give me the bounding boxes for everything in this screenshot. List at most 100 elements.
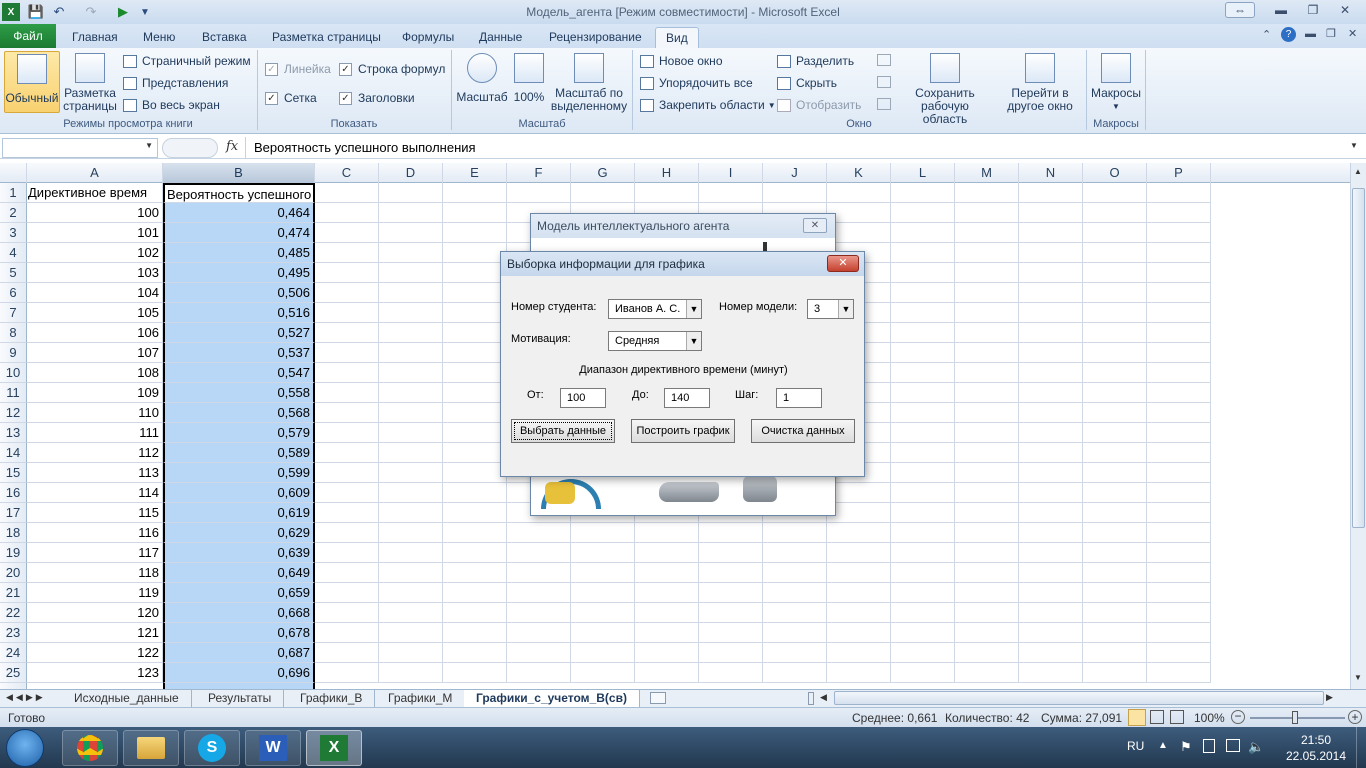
scroll-up-icon[interactable]: ▲	[1354, 167, 1362, 176]
cell[interactable]	[1083, 363, 1147, 383]
cell-b22[interactable]: 0,668	[163, 603, 315, 623]
tab-menu[interactable]: Меню	[133, 27, 185, 48]
cell-b5[interactable]: 0,495	[163, 263, 315, 283]
cell[interactable]	[827, 183, 891, 203]
cell[interactable]	[571, 623, 635, 643]
cell[interactable]	[315, 223, 379, 243]
cell[interactable]	[1019, 223, 1083, 243]
cell[interactable]	[443, 283, 507, 303]
row-header[interactable]: 2	[0, 203, 27, 223]
cell-b15[interactable]: 0,599	[163, 463, 315, 483]
volume-icon[interactable]: 🔈	[1248, 739, 1264, 755]
cell-b14[interactable]: 0,589	[163, 443, 315, 463]
cell[interactable]	[1083, 343, 1147, 363]
reset-position-icon[interactable]	[877, 98, 891, 110]
cell[interactable]	[379, 203, 443, 223]
cell-a20[interactable]: 118	[27, 563, 163, 583]
cell[interactable]	[827, 603, 891, 623]
cell[interactable]	[571, 183, 635, 203]
normal-view-icon[interactable]	[1128, 709, 1146, 726]
cell[interactable]	[1083, 183, 1147, 203]
tab-view[interactable]: Вид	[655, 27, 699, 48]
cell[interactable]	[443, 203, 507, 223]
cell[interactable]	[1147, 463, 1211, 483]
cell[interactable]	[891, 523, 955, 543]
cell[interactable]	[763, 563, 827, 583]
cell-a9[interactable]: 107	[27, 343, 163, 363]
cell[interactable]	[507, 523, 571, 543]
cell-b4[interactable]: 0,485	[163, 243, 315, 263]
cell[interactable]	[1147, 183, 1211, 203]
cell[interactable]	[1083, 563, 1147, 583]
column-header-j[interactable]: J	[763, 163, 827, 183]
cell[interactable]	[1019, 523, 1083, 543]
cell[interactable]	[315, 463, 379, 483]
cell[interactable]	[379, 423, 443, 443]
cell[interactable]	[699, 183, 763, 203]
cell[interactable]	[315, 203, 379, 223]
cell[interactable]	[443, 323, 507, 343]
cell[interactable]	[443, 523, 507, 543]
column-header-e[interactable]: E	[443, 163, 507, 183]
cell[interactable]	[1083, 543, 1147, 563]
expand-formula-icon[interactable]: ▼	[1350, 141, 1358, 150]
cell-a13[interactable]: 111	[27, 423, 163, 443]
cell[interactable]	[1019, 363, 1083, 383]
motivation-select[interactable]: Средняя ▼	[608, 331, 702, 351]
custom-views-button[interactable]: Представления	[123, 73, 228, 93]
cell[interactable]	[443, 183, 507, 203]
cell[interactable]	[443, 463, 507, 483]
cell[interactable]	[1147, 243, 1211, 263]
column-header-l[interactable]: L	[891, 163, 955, 183]
cell[interactable]	[635, 183, 699, 203]
cell[interactable]	[379, 303, 443, 323]
row-header[interactable]: 22	[0, 603, 27, 623]
cell[interactable]	[571, 643, 635, 663]
cell[interactable]	[443, 423, 507, 443]
page-layout-button[interactable]: Разметка страницы	[62, 53, 118, 113]
model-select[interactable]: 3 ▼	[807, 299, 854, 319]
cell[interactable]	[1019, 603, 1083, 623]
cell[interactable]	[1019, 403, 1083, 423]
cell[interactable]	[1019, 663, 1083, 683]
cell[interactable]	[315, 183, 379, 203]
cell[interactable]	[635, 563, 699, 583]
cell[interactable]	[955, 343, 1019, 363]
cell[interactable]	[315, 643, 379, 663]
zoom-slider-thumb[interactable]	[1292, 711, 1298, 724]
tab-insert[interactable]: Вставка	[192, 27, 257, 48]
cell[interactable]	[315, 383, 379, 403]
cell[interactable]	[891, 543, 955, 563]
tab-formulas[interactable]: Формулы	[392, 27, 464, 48]
cell[interactable]	[1019, 623, 1083, 643]
cell[interactable]	[891, 223, 955, 243]
cell[interactable]	[379, 483, 443, 503]
cell[interactable]	[1019, 323, 1083, 343]
taskbar-word[interactable]: W	[245, 730, 301, 766]
doc-restore-icon[interactable]: ❐	[1326, 27, 1336, 40]
close-icon[interactable]: ✕	[1332, 2, 1358, 18]
cell[interactable]	[1147, 283, 1211, 303]
page-layout-view-icon[interactable]	[1150, 710, 1164, 724]
cell[interactable]	[571, 523, 635, 543]
cell[interactable]	[1147, 483, 1211, 503]
row-header[interactable]: 18	[0, 523, 27, 543]
cell[interactable]	[955, 563, 1019, 583]
cell[interactable]	[507, 563, 571, 583]
cell-a7[interactable]: 105	[27, 303, 163, 323]
cell[interactable]	[955, 463, 1019, 483]
row-header[interactable]: 1	[0, 183, 27, 203]
cell[interactable]	[891, 303, 955, 323]
column-header-f[interactable]: F	[507, 163, 571, 183]
cell[interactable]	[955, 423, 1019, 443]
cell[interactable]	[507, 623, 571, 643]
cell[interactable]	[507, 183, 571, 203]
cell[interactable]	[1083, 203, 1147, 223]
select-all-corner[interactable]	[0, 163, 27, 183]
split-button[interactable]: Разделить	[777, 51, 854, 71]
cell[interactable]	[1083, 583, 1147, 603]
row-header[interactable]: 23	[0, 623, 27, 643]
cell[interactable]	[379, 603, 443, 623]
cell[interactable]	[955, 383, 1019, 403]
cell-a25[interactable]: 123	[27, 663, 163, 683]
